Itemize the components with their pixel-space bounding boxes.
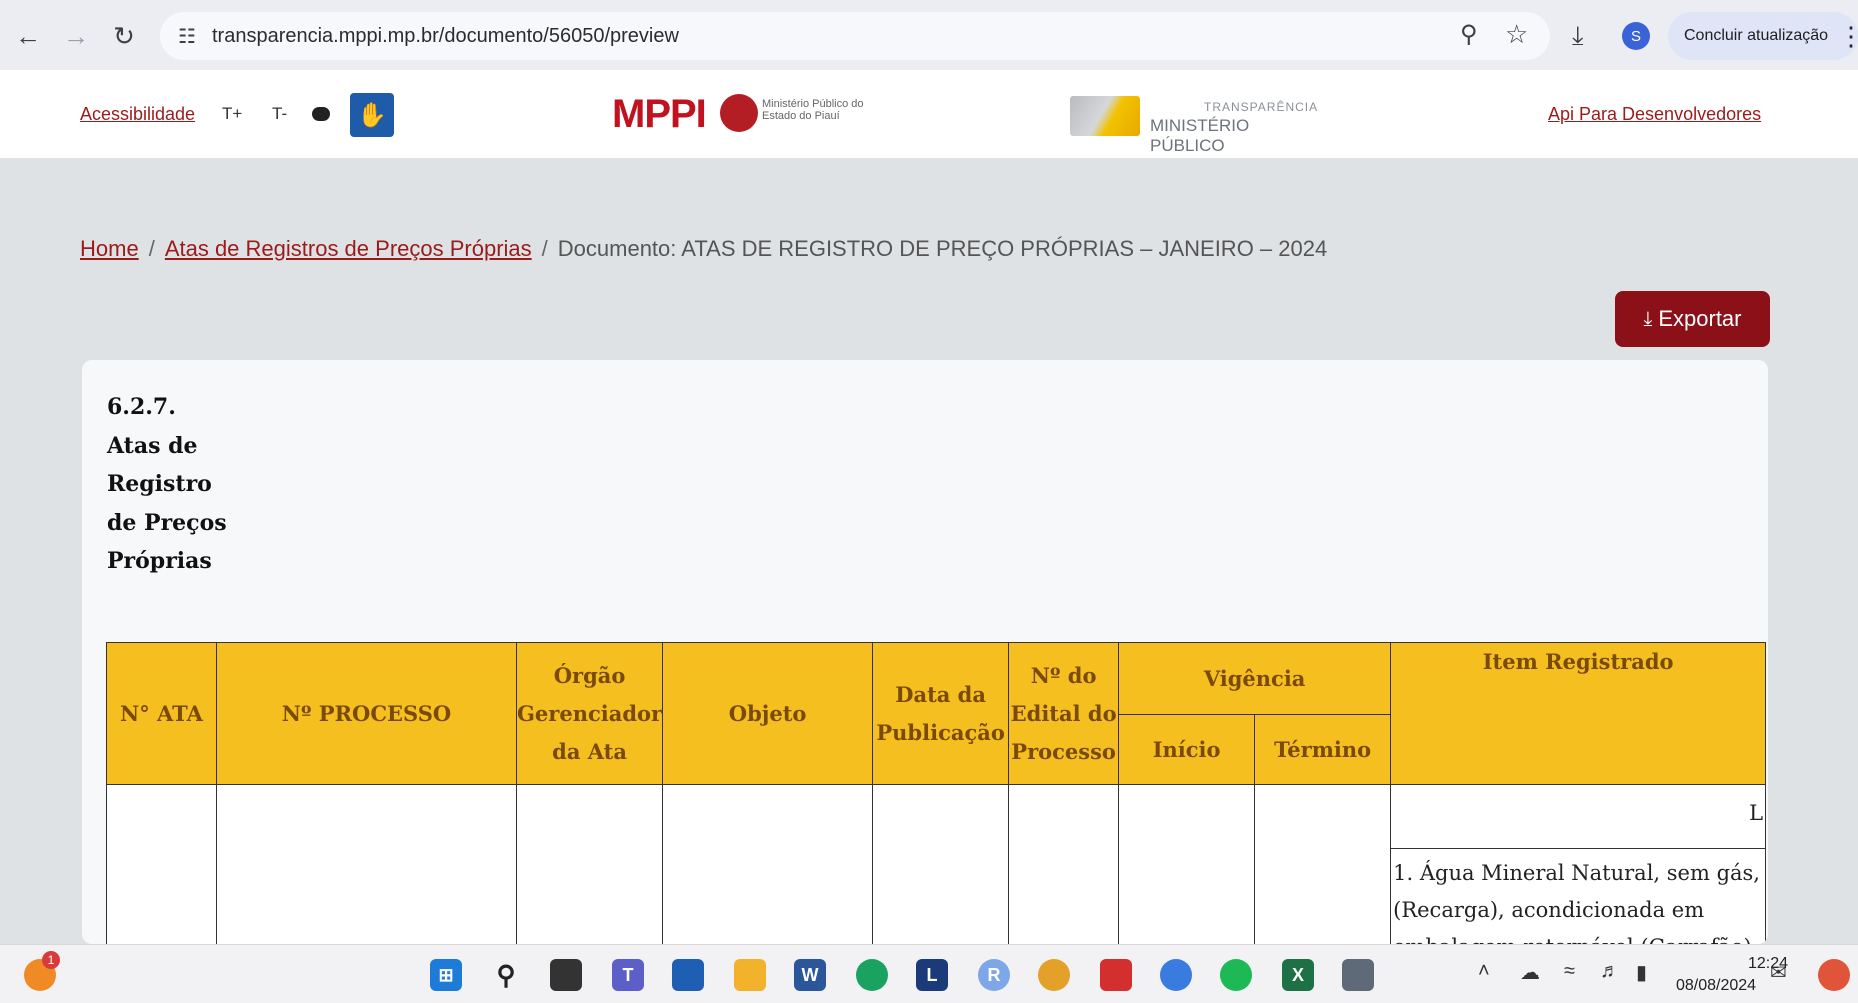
- battery-icon[interactable]: ▮: [1636, 960, 1647, 985]
- profile-avatar[interactable]: S: [1622, 22, 1650, 50]
- clock-date[interactable]: 08/08/2024: [1676, 977, 1756, 995]
- breadcrumb: Home / Atas de Registros de Preços Própria…: [80, 236, 1327, 262]
- mppi-seal-icon: [720, 94, 758, 132]
- transparency-mark-icon: [1070, 96, 1140, 136]
- transparency-logo-big: MINISTÉRIO PÚBLICO: [1150, 116, 1250, 155]
- col-header-edital: Nº do Edital do Processo: [1008, 642, 1120, 785]
- heading-line: Registro: [107, 471, 212, 497]
- excel-icon[interactable]: X: [1282, 959, 1314, 991]
- item-registered-text: 1. Água Mineral Natural, sem gás, (Recar…: [1393, 861, 1760, 944]
- chrome-profile-icon[interactable]: [1160, 959, 1192, 991]
- acrobat-icon[interactable]: [1100, 959, 1132, 991]
- copilot-icon[interactable]: [1818, 959, 1850, 991]
- col-header-inicio: Início: [1118, 714, 1256, 785]
- more-menu-icon[interactable]: ⋮: [1838, 21, 1858, 52]
- breadcrumb-home-link[interactable]: Home: [80, 236, 139, 261]
- app-r-icon[interactable]: R: [978, 959, 1010, 991]
- api-developers-link[interactable]: Api Para Desenvolvedores: [1548, 104, 1761, 125]
- heading-line: Atas de: [107, 432, 198, 459]
- notification-badge: 1: [42, 951, 60, 969]
- col-header-item: Item Registrado: [1390, 642, 1767, 785]
- document-heading: 6.2.7. Atas de Registro de Preços Própri…: [107, 388, 227, 581]
- address-bar[interactable]: ☷ transparencia.mppi.mp.br/documento/560…: [160, 12, 1550, 60]
- task-view-icon[interactable]: [550, 959, 582, 991]
- wifi-icon[interactable]: ≈: [1564, 960, 1575, 983]
- store-icon[interactable]: [672, 959, 704, 991]
- font-increase-button[interactable]: T+: [222, 104, 242, 124]
- transparency-logo-small: TRANSPARÊNCIA: [1204, 100, 1319, 114]
- word-icon[interactable]: W: [794, 959, 826, 991]
- breadcrumb-current: Documento: ATAS DE REGISTRO DE PREÇO PRÓ…: [557, 236, 1328, 261]
- table-cell: [216, 784, 517, 944]
- atas-table: N° ATA Nº PROCESSO Órgão Gerenciador da …: [106, 642, 1767, 944]
- col-header-n-ata: N° ATA: [106, 642, 217, 785]
- heading-line: 6.2.7.: [107, 394, 176, 420]
- breadcrumb-separator: /: [148, 236, 155, 261]
- bookmark-star-icon[interactable]: ☆: [1505, 19, 1528, 50]
- download-icon: ⤓: [1643, 307, 1653, 330]
- reload-icon[interactable]: ↻: [104, 16, 144, 56]
- table-cell: [872, 784, 1010, 944]
- spotify-icon[interactable]: [1220, 959, 1252, 991]
- calculator-icon[interactable]: [1342, 959, 1374, 991]
- lync-icon[interactable]: L: [916, 959, 948, 991]
- table-cell: [1118, 784, 1256, 944]
- col-header-orgao: Órgão Gerenciador da Ata: [515, 642, 664, 785]
- chevron-up-icon[interactable]: ˄: [1478, 960, 1490, 983]
- heading-line: de Preços: [107, 509, 227, 536]
- table-cell: [662, 784, 874, 944]
- partial-cell-text: L: [1749, 801, 1764, 825]
- volume-icon[interactable]: ♬: [1600, 960, 1620, 983]
- heading-line: Próprias: [107, 548, 212, 574]
- font-decrease-button[interactable]: T-: [272, 104, 287, 124]
- col-header-termino: Término: [1254, 714, 1392, 785]
- col-header-processo: Nº PROCESSO: [216, 642, 517, 785]
- back-icon[interactable]: ←: [8, 16, 48, 56]
- export-button[interactable]: ⤓ Exportar: [1615, 291, 1770, 347]
- table-cell: [515, 784, 664, 944]
- site-header: Acessibilidade T+ T- ✋ MPPI Ministério P…: [0, 70, 1858, 158]
- mppi-logo-wordmark: MPPI: [612, 92, 707, 136]
- transparency-logo[interactable]: TRANSPARÊNCIA MINISTÉRIO PÚBLICO: [1070, 92, 1320, 155]
- cloud-icon[interactable]: ☁: [1520, 960, 1540, 985]
- search-icon[interactable]: ⚲: [490, 959, 522, 991]
- export-label: Exportar: [1658, 306, 1742, 331]
- breadcrumb-separator: /: [541, 236, 548, 261]
- forward-icon[interactable]: →: [56, 16, 96, 56]
- sign-language-icon[interactable]: ✋: [350, 93, 394, 137]
- taskbar: 1 ⊞ ⚲ T W L R X ˄ ☁ ≈ ♬ ▮ 12:24 08/08/20…: [0, 944, 1858, 1003]
- table-cell: [1254, 784, 1392, 944]
- mppi-logo-subtitle: Ministério Público do Estado do Piauí: [762, 98, 864, 122]
- breadcrumb-section-link[interactable]: Atas de Registros de Preços Próprias: [165, 236, 532, 261]
- zoom-icon[interactable]: ⚲: [1460, 20, 1478, 49]
- col-header-objeto: Objeto: [662, 642, 874, 785]
- accessibility-link[interactable]: Acessibilidade: [80, 104, 195, 125]
- col-header-data: Data da Publicação: [872, 642, 1010, 785]
- download-icon[interactable]: ⤓: [1572, 20, 1584, 52]
- file-explorer-icon[interactable]: [734, 959, 766, 991]
- table-cell: [1008, 784, 1120, 944]
- contrast-toggle-icon[interactable]: [312, 107, 330, 121]
- site-info-icon[interactable]: ☷: [178, 24, 196, 49]
- update-button[interactable]: Concluir atualização ⋮: [1668, 12, 1858, 60]
- col-header-vigencia: Vigência: [1118, 642, 1392, 715]
- edge-icon[interactable]: [856, 959, 888, 991]
- notifications-icon[interactable]: ✉: [1770, 960, 1787, 985]
- table-cell: L: [1390, 784, 1767, 849]
- update-label: Concluir atualização: [1684, 27, 1829, 44]
- table-cell: 1. Água Mineral Natural, sem gás, (Recar…: [1390, 848, 1767, 944]
- url-text[interactable]: transparencia.mppi.mp.br/documento/56050…: [212, 25, 679, 48]
- document-preview: 6.2.7. Atas de Registro de Preços Própri…: [82, 360, 1768, 944]
- chrome-icon[interactable]: [1038, 959, 1070, 991]
- browser-toolbar: ← → ↻ ☷ transparencia.mppi.mp.br/documen…: [0, 0, 1858, 70]
- table-cell: [106, 784, 217, 944]
- teams-icon[interactable]: T: [612, 959, 644, 991]
- start-menu-icon[interactable]: ⊞: [430, 959, 462, 991]
